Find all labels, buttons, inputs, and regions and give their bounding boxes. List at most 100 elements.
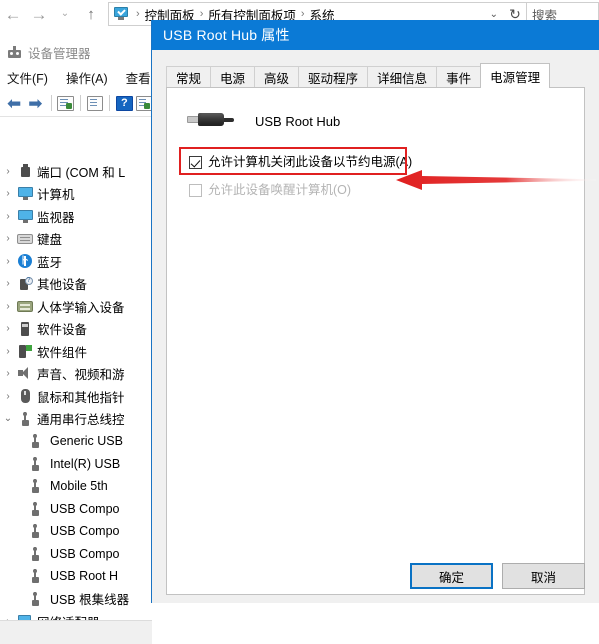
dialog-title: USB Root Hub 属性: [163, 27, 290, 43]
tree-item-software-components[interactable]: › 软件组件: [0, 340, 152, 363]
tab-power-management[interactable]: 电源管理: [480, 63, 551, 88]
expander-icon[interactable]: ›: [0, 256, 16, 267]
device-manager-titlebar: 设备管理器: [0, 40, 152, 64]
usb-icon: [26, 591, 44, 607]
tree-item-label: 端口 (COM 和 L: [37, 165, 126, 180]
expander-icon[interactable]: ›: [0, 278, 16, 289]
tree-item-bluetooth[interactable]: › ⌁ 蓝牙: [0, 250, 152, 273]
tree-item-label: 声音、视频和游: [37, 368, 125, 383]
screen: ← → ⌄ ↑ › 控制面板 › 所有控制面板项 › 系统 ⌄ ↻ 搜索 设备管…: [0, 0, 599, 644]
tree-item-label: 鼠标和其他指针: [37, 390, 125, 405]
properties-dialog: USB Root Hub 属性 常规 电源 高级 驱动程序 详细信息 事件 电源…: [151, 20, 599, 603]
breadcrumb-separator-1: ›: [199, 8, 204, 20]
tree-item-network-adapters[interactable]: › 网络适配器: [0, 610, 152, 620]
expander-icon[interactable]: ›: [0, 346, 16, 357]
usb-icon: [26, 478, 44, 494]
tree-item-label: 监视器: [37, 210, 75, 225]
tree-item-label: USB Compo: [50, 524, 120, 539]
usb-icon: [26, 433, 44, 449]
tab-power[interactable]: 电源: [210, 66, 256, 88]
device-header: USB Root Hub: [187, 110, 340, 132]
expander-icon[interactable]: ›: [0, 301, 16, 312]
scan-icon[interactable]: [86, 95, 104, 111]
tree-item-label: USB Compo: [50, 546, 120, 561]
tree-item-monitors[interactable]: › 监视器: [0, 205, 152, 228]
tree-item-label: Mobile 5th: [50, 479, 108, 494]
device-tree[interactable]: › 端口 (COM 和 L › 计算机 › 监视器 › 键盘 › ⌁ 蓝牙 › …: [0, 160, 152, 620]
control-panel-icon: [113, 7, 129, 21]
back-button[interactable]: ←: [0, 1, 26, 27]
checkbox-icon[interactable]: [189, 156, 202, 169]
forward-button[interactable]: →: [26, 1, 52, 27]
tree-item-mobile-5th[interactable]: Mobile 5th: [0, 475, 152, 498]
toolbar-separator-3: [109, 95, 111, 111]
dialog-titlebar[interactable]: USB Root Hub 属性: [152, 20, 599, 50]
tab-events[interactable]: 事件: [436, 66, 482, 88]
tree-item-label: 键盘: [37, 233, 63, 248]
checkbox-allow-device-wake: 允许此设备唤醒计算机(O): [189, 183, 351, 197]
expander-icon[interactable]: ›: [0, 166, 16, 177]
tree-item-usb-composite-2[interactable]: USB Compo: [0, 520, 152, 543]
tree-item-hid[interactable]: › 人体学输入设备: [0, 295, 152, 318]
expander-icon[interactable]: ›: [0, 323, 16, 334]
software-component-icon: [16, 343, 34, 359]
ok-button[interactable]: 确定: [410, 563, 493, 589]
toolbar-separator-1: [50, 95, 52, 111]
tab-advanced[interactable]: 高级: [254, 66, 300, 88]
usb-icon: [16, 411, 34, 427]
expander-icon[interactable]: ⌄: [0, 413, 16, 424]
tree-item-computer[interactable]: › 计算机: [0, 183, 152, 206]
toolbar: ⬅ ➡ ?: [0, 90, 152, 117]
tree-item-usb-composite-1[interactable]: USB Compo: [0, 498, 152, 521]
dialog-body: 常规 电源 高级 驱动程序 详细信息 事件 电源管理 USB Root Hub …: [152, 50, 599, 603]
tree-item-usb-root-hub[interactable]: USB Root H: [0, 565, 152, 588]
properties-icon[interactable]: [57, 95, 74, 111]
menu-item-file[interactable]: 文件(F): [7, 68, 48, 87]
annotation-arrow-icon: [396, 167, 596, 193]
tree-item-label: 软件设备: [37, 323, 88, 338]
tree-item-label: 蓝牙: [37, 255, 63, 270]
usb-plug-icon: [187, 110, 234, 132]
usb-icon: [26, 568, 44, 584]
tree-item-usb-controllers[interactable]: ⌄ 通用串行总线控: [0, 408, 152, 431]
toolbar-separator-2: [79, 95, 81, 111]
back-arrow-icon[interactable]: ⬅: [5, 95, 23, 112]
checkbox-allow-computer-turn-off[interactable]: 允许计算机关闭此设备以节约电源(A): [189, 155, 412, 169]
expander-icon[interactable]: ›: [0, 391, 16, 402]
tree-item-mice[interactable]: › 鼠标和其他指针: [0, 385, 152, 408]
menu-item-action[interactable]: 操作(A): [66, 68, 108, 87]
recent-locations-button[interactable]: ⌄: [52, 1, 78, 27]
tab-details[interactable]: 详细信息: [367, 66, 438, 88]
usb-icon: [26, 523, 44, 539]
expander-icon[interactable]: ›: [0, 211, 16, 222]
computer-icon: [16, 186, 34, 202]
tree-item-other-devices[interactable]: › ? 其他设备: [0, 273, 152, 296]
help-icon[interactable]: ?: [116, 95, 133, 111]
tree-item-label: USB 根集线器: [50, 593, 130, 608]
tree-item-sound-video-game[interactable]: › 声音、视频和游: [0, 363, 152, 386]
expander-icon[interactable]: ›: [0, 188, 16, 199]
expander-icon[interactable]: ›: [0, 233, 16, 244]
expander-icon[interactable]: ›: [0, 368, 16, 379]
tab-general[interactable]: 常规: [166, 66, 212, 88]
chevron-down-icon[interactable]: ⌄: [484, 9, 504, 20]
tree-item-label: 其他设备: [37, 278, 88, 293]
cancel-button[interactable]: 取消: [502, 563, 585, 589]
tree-item-usb-composite-3[interactable]: USB Compo: [0, 543, 152, 566]
tree-item-label: 人体学输入设备: [37, 300, 125, 315]
tree-item-usb-root-hub-cn[interactable]: USB 根集线器: [0, 588, 152, 611]
tree-item-ports[interactable]: › 端口 (COM 和 L: [0, 160, 152, 183]
device-manager-icon: [7, 45, 22, 59]
tree-item-intel-usb[interactable]: Intel(R) USB: [0, 453, 152, 476]
tree-item-generic-usb[interactable]: Generic USB: [0, 430, 152, 453]
up-button[interactable]: ↑: [78, 1, 104, 27]
tree-item-keyboards[interactable]: › 键盘: [0, 228, 152, 251]
tree-item-label: 网络适配器: [37, 612, 100, 620]
forward-arrow-icon[interactable]: ➡: [26, 95, 44, 112]
tab-panel-power-management: USB Root Hub 允许计算机关闭此设备以节约电源(A) 允许此设备唤醒计…: [166, 87, 585, 595]
update-driver-icon[interactable]: [135, 95, 152, 111]
tab-driver[interactable]: 驱动程序: [298, 66, 369, 88]
tree-item-software-devices[interactable]: › 软件设备: [0, 318, 152, 341]
sound-icon: [16, 366, 34, 382]
monitor-icon: [16, 208, 34, 224]
